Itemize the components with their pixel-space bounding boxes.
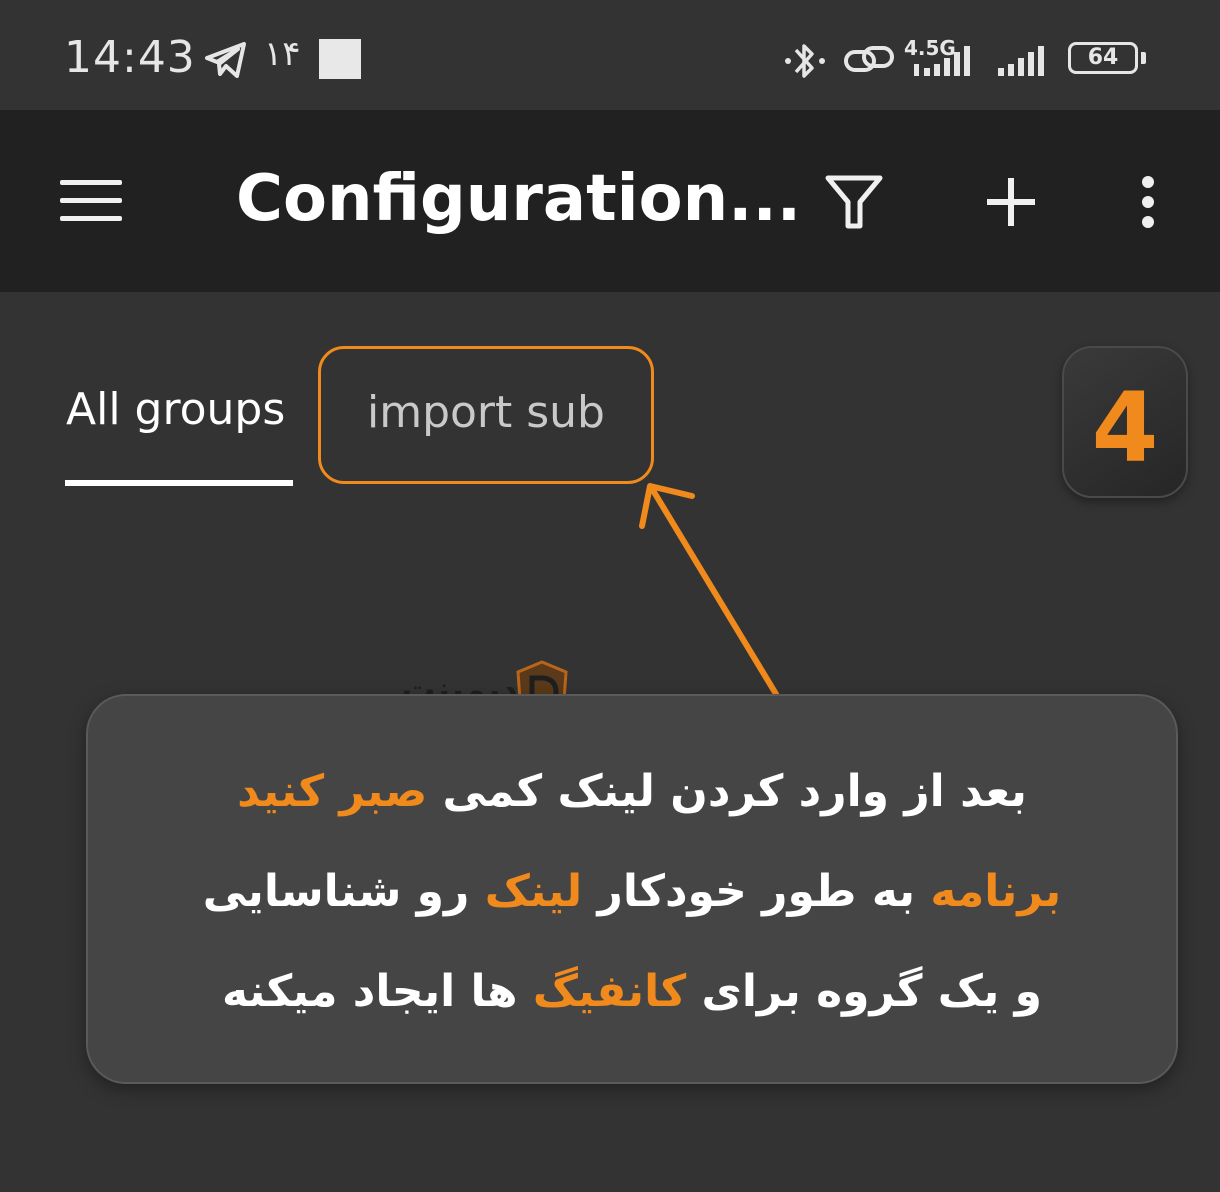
info-line-2-text-2: رو شناسایی bbox=[202, 866, 485, 917]
link-icon bbox=[844, 46, 894, 72]
menu-button[interactable] bbox=[56, 176, 126, 226]
battery-cap bbox=[1141, 52, 1146, 64]
info-card: بعد از وارد کردن لینک کمی صبر کنید برنام… bbox=[86, 694, 1178, 1084]
signal-icon bbox=[914, 46, 970, 76]
notification-square-icon bbox=[319, 39, 361, 79]
battery-level: 64 bbox=[1087, 45, 1119, 70]
notification-count: ۱۴ bbox=[264, 34, 301, 74]
tab-all-groups[interactable]: All groups bbox=[66, 384, 285, 435]
info-line-2-highlight-1: برنامه bbox=[930, 866, 1062, 917]
status-time: 14:43 bbox=[64, 32, 196, 83]
bluetooth-icon bbox=[785, 44, 825, 78]
info-line-1: بعد از وارد کردن لینک کمی صبر کنید bbox=[88, 766, 1176, 817]
info-line-1-text: بعد از وارد کردن لینک کمی bbox=[427, 766, 1027, 817]
app-bar: Configuration... bbox=[0, 110, 1220, 292]
info-line-3-text-1: و یک گروه برای bbox=[686, 966, 1042, 1017]
screen: 14:43 ۱۴ 4.5G 64 Configuration... All gr… bbox=[0, 0, 1220, 1192]
tab-import-sub-label: import sub bbox=[366, 387, 605, 438]
info-line-2-text-1: به طور خودکار bbox=[582, 866, 931, 917]
info-line-1-highlight: صبر کنید bbox=[237, 766, 428, 817]
step-number: 4 bbox=[1091, 372, 1159, 484]
tab-selected-indicator bbox=[65, 480, 293, 486]
info-line-3: و یک گروه برای کانفیگ ها ایجاد میکنه bbox=[88, 966, 1176, 1017]
battery-icon: 64 bbox=[1068, 42, 1138, 74]
annotation-arrow-icon bbox=[639, 483, 779, 697]
info-line-2: برنامه به طور خودکار لینک رو شناسایی bbox=[88, 866, 1176, 917]
info-line-3-highlight: کانفیگ bbox=[532, 966, 687, 1017]
signal-icon-secondary bbox=[998, 46, 1044, 76]
add-icon[interactable] bbox=[980, 172, 1042, 232]
step-badge: 4 bbox=[1062, 346, 1188, 498]
tab-import-sub[interactable]: import sub bbox=[318, 346, 654, 484]
filter-icon[interactable] bbox=[822, 172, 886, 232]
telegram-icon bbox=[205, 42, 246, 78]
page-title: Configuration... bbox=[236, 162, 802, 236]
status-bar: 14:43 ۱۴ 4.5G 64 bbox=[0, 0, 1220, 110]
info-line-2-highlight-2: لینک bbox=[484, 866, 583, 917]
info-line-3-text-2: ها ایجاد میکنه bbox=[222, 966, 533, 1017]
more-vert-icon[interactable] bbox=[1130, 172, 1166, 232]
